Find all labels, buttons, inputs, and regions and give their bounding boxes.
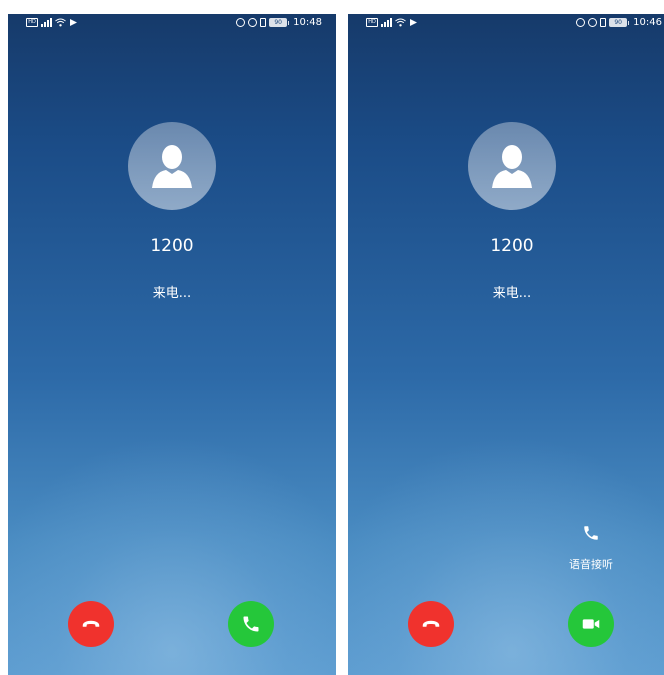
hang-up-icon <box>82 620 100 627</box>
status-bar-right: 90 10:48 <box>236 17 322 28</box>
decline-button[interactable] <box>408 601 454 647</box>
vibrate-icon <box>600 18 607 27</box>
alarm-icon <box>588 18 598 27</box>
call-status-text: 来电... <box>492 286 532 301</box>
battery-level: 90 <box>269 18 288 27</box>
status-bar-right: 90 10:46 <box>576 17 662 28</box>
caller-avatar <box>128 122 216 210</box>
hotspot-icon <box>69 18 78 27</box>
phone-icon <box>243 616 259 632</box>
alarm-icon <box>248 18 258 27</box>
person-icon <box>492 145 532 188</box>
accept-video-button[interactable] <box>568 601 614 647</box>
battery-level: 90 <box>609 18 628 27</box>
vibrate-icon <box>260 18 267 27</box>
status-time: 10:48 <box>293 17 322 28</box>
signal-icon <box>381 18 392 27</box>
status-bar: HD 90 10:48 <box>8 14 336 34</box>
wifi-icon <box>55 18 66 27</box>
battery-icon: 90 <box>609 18 630 27</box>
caller-avatar <box>468 122 556 210</box>
status-bar-left: HD <box>366 18 418 27</box>
wifi-icon <box>395 18 406 27</box>
status-bar: HD 90 10:46 <box>348 14 664 34</box>
do-not-disturb-icon <box>576 18 586 27</box>
hang-up-icon <box>422 620 440 627</box>
phone-icon <box>584 526 598 540</box>
status-time: 10:46 <box>633 17 662 28</box>
screenshot-pair: HD 90 10:48 1200 来电... HD 90 10:46 1200 … <box>0 0 664 675</box>
hotspot-icon <box>409 18 418 27</box>
caller-number: 1200 <box>150 236 194 256</box>
voice-answer-button[interactable]: 语音接听 <box>560 524 622 572</box>
accept-call-button[interactable] <box>228 601 274 647</box>
signal-icon <box>41 18 52 27</box>
call-status-text: 来电... <box>152 286 192 301</box>
hd-icon: HD <box>366 18 378 27</box>
incoming-call-screen-video: HD 90 10:46 1200 来电... 语音接听 <box>348 14 664 675</box>
hd-icon: HD <box>26 18 38 27</box>
person-icon <box>152 145 192 188</box>
decline-button[interactable] <box>68 601 114 647</box>
do-not-disturb-icon <box>236 18 246 27</box>
battery-icon: 90 <box>269 18 290 27</box>
voice-answer-label: 语音接听 <box>569 558 613 571</box>
status-bar-left: HD <box>26 18 78 27</box>
caller-number: 1200 <box>490 236 534 256</box>
video-camera-icon <box>582 619 600 629</box>
incoming-call-screen-audio: HD 90 10:48 1200 来电... <box>8 14 336 675</box>
